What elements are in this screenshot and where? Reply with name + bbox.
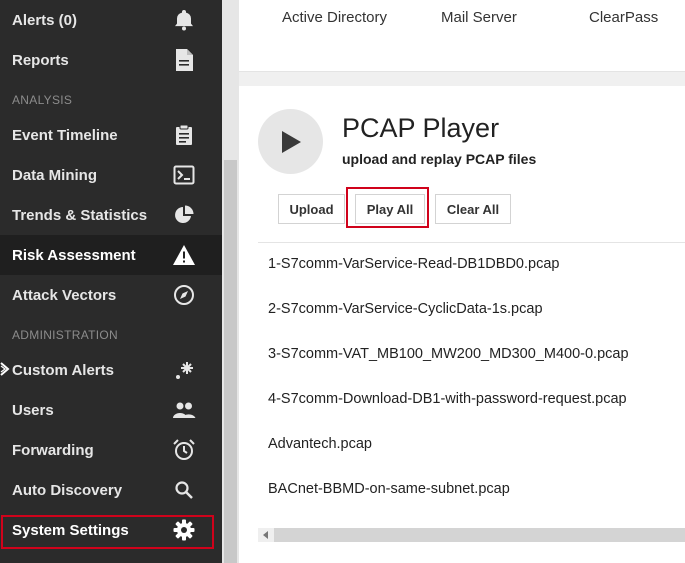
sidebar-item-label: Data Mining [12,166,97,184]
compass-icon [172,283,196,307]
clear-all-button[interactable]: Clear All [435,194,511,224]
sidebar-item-forwarding[interactable]: Forwarding [0,430,222,470]
search-icon [172,478,196,502]
play-button[interactable] [258,109,323,174]
sidebar-item-label: Event Timeline [12,126,118,144]
list-item[interactable]: 1-S7comm-VarService-Read-DB1DBD0.pcap [268,256,559,272]
list-item[interactable]: 3-S7comm-VAT_MB100_MW200_MD300_M400-0.pc… [268,346,629,362]
sidebar-item-trends-statistics[interactable]: Trends & Statistics [0,195,222,235]
system-settings-highlight [1,515,214,549]
document-icon [172,48,196,72]
scroll-left-icon[interactable] [258,528,274,542]
sidebar-item-data-mining[interactable]: Data Mining [0,155,222,195]
sidebar-item-label: Risk Assessment [12,246,136,264]
play-icon [281,130,301,153]
clipboard-icon [172,123,196,147]
horizontal-scrollbar[interactable] [258,528,685,542]
sparkle-icon [172,358,196,382]
sidebar-item-label: Trends & Statistics [12,206,148,224]
section-label-administration: ADMINISTRATION [12,328,118,342]
sidebar-item-label: Forwarding [12,441,94,459]
sidebar: Alerts (0) Reports ANALYSIS Event Timeli… [0,0,222,563]
upload-button[interactable]: Upload [278,194,345,224]
sidebar-item-reports[interactable]: Reports [0,40,222,80]
list-item[interactable]: 4-S7comm-Download-DB1-with-password-requ… [268,391,627,407]
section-label-analysis: ANALYSIS [12,93,73,107]
divider [258,242,685,243]
sidebar-item-label: Reports [12,51,69,69]
sidebar-item-custom-alerts[interactable]: Custom Alerts [0,350,222,390]
play-all-highlight [346,187,429,228]
sidebar-item-label: Alerts (0) [12,11,78,29]
alarm-clock-icon [172,438,196,462]
sidebar-item-alerts[interactable]: Alerts (0) [0,0,222,40]
users-icon [172,398,196,422]
tab-clearpass[interactable]: ClearPass [589,9,658,26]
sidebar-item-risk-assessment[interactable]: Risk Assessment [0,235,222,275]
sidebar-item-auto-discovery[interactable]: Auto Discovery [0,470,222,510]
sidebar-item-users[interactable]: Users [0,390,222,430]
bell-icon [172,8,196,32]
list-item[interactable]: 2-S7comm-VarService-CyclicData-1s.pcap [268,301,543,317]
sidebar-item-label: Users [12,401,54,419]
warning-icon [172,243,196,267]
tab-active-directory[interactable]: Active Directory [282,9,387,26]
sidebar-item-label: Auto Discovery [12,481,123,499]
sidebar-item-label: Custom Alerts [12,361,114,379]
sidebar-item-label: Attack Vectors [12,286,117,304]
integrations-panel: Active Directory Mail Server ClearPass [239,0,685,72]
page-title: PCAP Player [342,113,500,143]
sidebar-item-event-timeline[interactable]: Event Timeline [0,115,222,155]
terminal-icon [172,163,196,187]
tab-mail-server[interactable]: Mail Server [441,9,517,26]
list-item[interactable]: Advantech.pcap [268,436,372,452]
page-subtitle: upload and replay PCAP files [342,151,537,167]
sidebar-item-attack-vectors[interactable]: Attack Vectors [0,275,222,315]
sidebar-scrollbar-thumb[interactable] [224,160,237,563]
pie-chart-icon [172,203,196,227]
list-item[interactable]: BACnet-BBMD-on-same-subnet.pcap [268,481,510,497]
